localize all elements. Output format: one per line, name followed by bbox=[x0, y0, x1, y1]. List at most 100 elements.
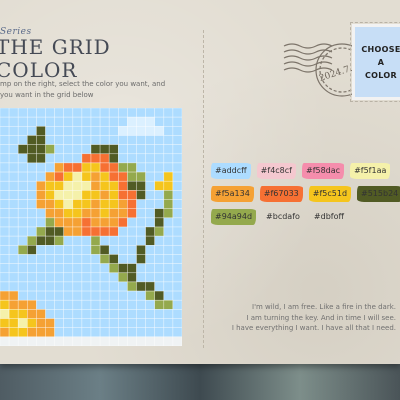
grid-cell[interactable] bbox=[99, 245, 110, 255]
grid-cell[interactable] bbox=[172, 235, 182, 246]
grid-cell[interactable] bbox=[72, 299, 83, 310]
grid-cell[interactable] bbox=[118, 245, 128, 255]
color-swatch[interactable]: #f58dac bbox=[301, 163, 345, 179]
grid-cell[interactable] bbox=[127, 327, 137, 338]
grid-cell[interactable] bbox=[0, 135, 10, 145]
grid-cell[interactable] bbox=[17, 263, 28, 274]
grid-cell[interactable] bbox=[17, 162, 28, 173]
grid-cell[interactable] bbox=[99, 336, 110, 346]
grid-cell[interactable] bbox=[72, 153, 83, 164]
grid-cell[interactable] bbox=[108, 226, 119, 237]
grid-cell[interactable] bbox=[17, 116, 28, 127]
grid-cell[interactable] bbox=[99, 144, 110, 155]
grid-cell[interactable] bbox=[0, 217, 10, 228]
grid-cell[interactable] bbox=[90, 263, 101, 274]
grid-cell[interactable] bbox=[26, 171, 37, 182]
grid-cell[interactable] bbox=[163, 318, 174, 328]
color-swatch[interactable]: #f67033 bbox=[259, 186, 303, 202]
grid-cell[interactable] bbox=[0, 116, 10, 127]
grid-cell[interactable] bbox=[163, 144, 174, 155]
grid-cell[interactable] bbox=[118, 254, 128, 264]
grid-cell[interactable] bbox=[54, 309, 64, 319]
grid-cell[interactable] bbox=[118, 199, 128, 209]
grid-cell[interactable] bbox=[72, 235, 83, 246]
grid-cell[interactable] bbox=[36, 254, 46, 264]
grid-cell[interactable] bbox=[54, 162, 64, 173]
grid-cell[interactable] bbox=[136, 171, 146, 182]
grid-cell[interactable] bbox=[54, 116, 64, 127]
grid-cell[interactable] bbox=[8, 245, 19, 255]
grid-cell[interactable] bbox=[127, 263, 137, 274]
grid-cell[interactable] bbox=[81, 327, 92, 338]
grid-cell[interactable] bbox=[63, 245, 74, 255]
grid-cell[interactable] bbox=[8, 153, 19, 164]
grid-cell[interactable] bbox=[145, 190, 156, 200]
grid-cell[interactable] bbox=[54, 299, 64, 310]
grid-cell[interactable] bbox=[72, 226, 83, 237]
grid-cell[interactable] bbox=[163, 254, 174, 264]
grid-cell[interactable] bbox=[154, 245, 165, 255]
grid-cell[interactable] bbox=[36, 299, 46, 310]
grid-cell[interactable] bbox=[81, 135, 92, 145]
grid-cell[interactable] bbox=[63, 171, 74, 182]
grid-cell[interactable] bbox=[145, 254, 156, 264]
grid-cell[interactable] bbox=[0, 235, 10, 246]
grid-cell[interactable] bbox=[72, 290, 83, 301]
grid-cell[interactable] bbox=[172, 290, 182, 301]
grid-cell[interactable] bbox=[54, 217, 64, 228]
grid-cell[interactable] bbox=[72, 126, 83, 136]
grid-cell[interactable] bbox=[154, 226, 165, 237]
grid-cell[interactable] bbox=[154, 208, 165, 219]
grid-cell[interactable] bbox=[0, 281, 10, 292]
grid-cell[interactable] bbox=[63, 135, 74, 145]
grid-cell[interactable] bbox=[145, 199, 156, 209]
grid-cell[interactable] bbox=[163, 336, 174, 346]
grid-cell[interactable] bbox=[145, 309, 156, 319]
grid-cell[interactable] bbox=[36, 272, 46, 283]
grid-cell[interactable] bbox=[145, 272, 156, 283]
grid-cell[interactable] bbox=[163, 245, 174, 255]
grid-cell[interactable] bbox=[154, 290, 165, 301]
grid-cell[interactable] bbox=[81, 144, 92, 155]
grid-cell[interactable] bbox=[163, 126, 174, 136]
grid-cell[interactable] bbox=[136, 208, 146, 219]
grid-cell[interactable] bbox=[45, 327, 55, 338]
grid-cell[interactable] bbox=[163, 217, 174, 228]
grid-cell[interactable] bbox=[145, 135, 156, 145]
grid-cell[interactable] bbox=[145, 318, 156, 328]
grid-cell[interactable] bbox=[163, 290, 174, 301]
grid-cell[interactable] bbox=[136, 290, 146, 301]
grid-cell[interactable] bbox=[26, 263, 37, 274]
grid-cell[interactable] bbox=[127, 153, 137, 164]
grid-cell[interactable] bbox=[63, 235, 74, 246]
grid-cell[interactable] bbox=[108, 290, 119, 301]
grid-cell[interactable] bbox=[136, 318, 146, 328]
grid-cell[interactable] bbox=[17, 299, 28, 310]
grid-cell[interactable] bbox=[127, 144, 137, 155]
grid-cell[interactable] bbox=[0, 245, 10, 255]
grid-cell[interactable] bbox=[17, 309, 28, 319]
grid-cell[interactable] bbox=[127, 290, 137, 301]
grid-cell[interactable] bbox=[172, 217, 182, 228]
grid-cell[interactable] bbox=[172, 318, 182, 328]
grid-cell[interactable] bbox=[45, 108, 55, 118]
grid-cell[interactable] bbox=[154, 153, 165, 164]
grid-cell[interactable] bbox=[127, 235, 137, 246]
grid-cell[interactable] bbox=[72, 217, 83, 228]
grid-cell[interactable] bbox=[63, 153, 74, 164]
grid-cell[interactable] bbox=[54, 336, 64, 346]
grid-cell[interactable] bbox=[154, 235, 165, 246]
grid-cell[interactable] bbox=[63, 208, 74, 219]
grid-cell[interactable] bbox=[99, 126, 110, 136]
grid-cell[interactable] bbox=[17, 327, 28, 338]
grid-cell[interactable] bbox=[17, 108, 28, 118]
grid-cell[interactable] bbox=[163, 226, 174, 237]
grid-cell[interactable] bbox=[81, 254, 92, 264]
grid-cell[interactable] bbox=[45, 190, 55, 200]
grid-cell[interactable] bbox=[154, 116, 165, 127]
grid-cell[interactable] bbox=[72, 162, 83, 173]
grid-cell[interactable] bbox=[26, 162, 37, 173]
grid-cell[interactable] bbox=[118, 162, 128, 173]
grid-cell[interactable] bbox=[54, 144, 64, 155]
grid-cell[interactable] bbox=[136, 309, 146, 319]
